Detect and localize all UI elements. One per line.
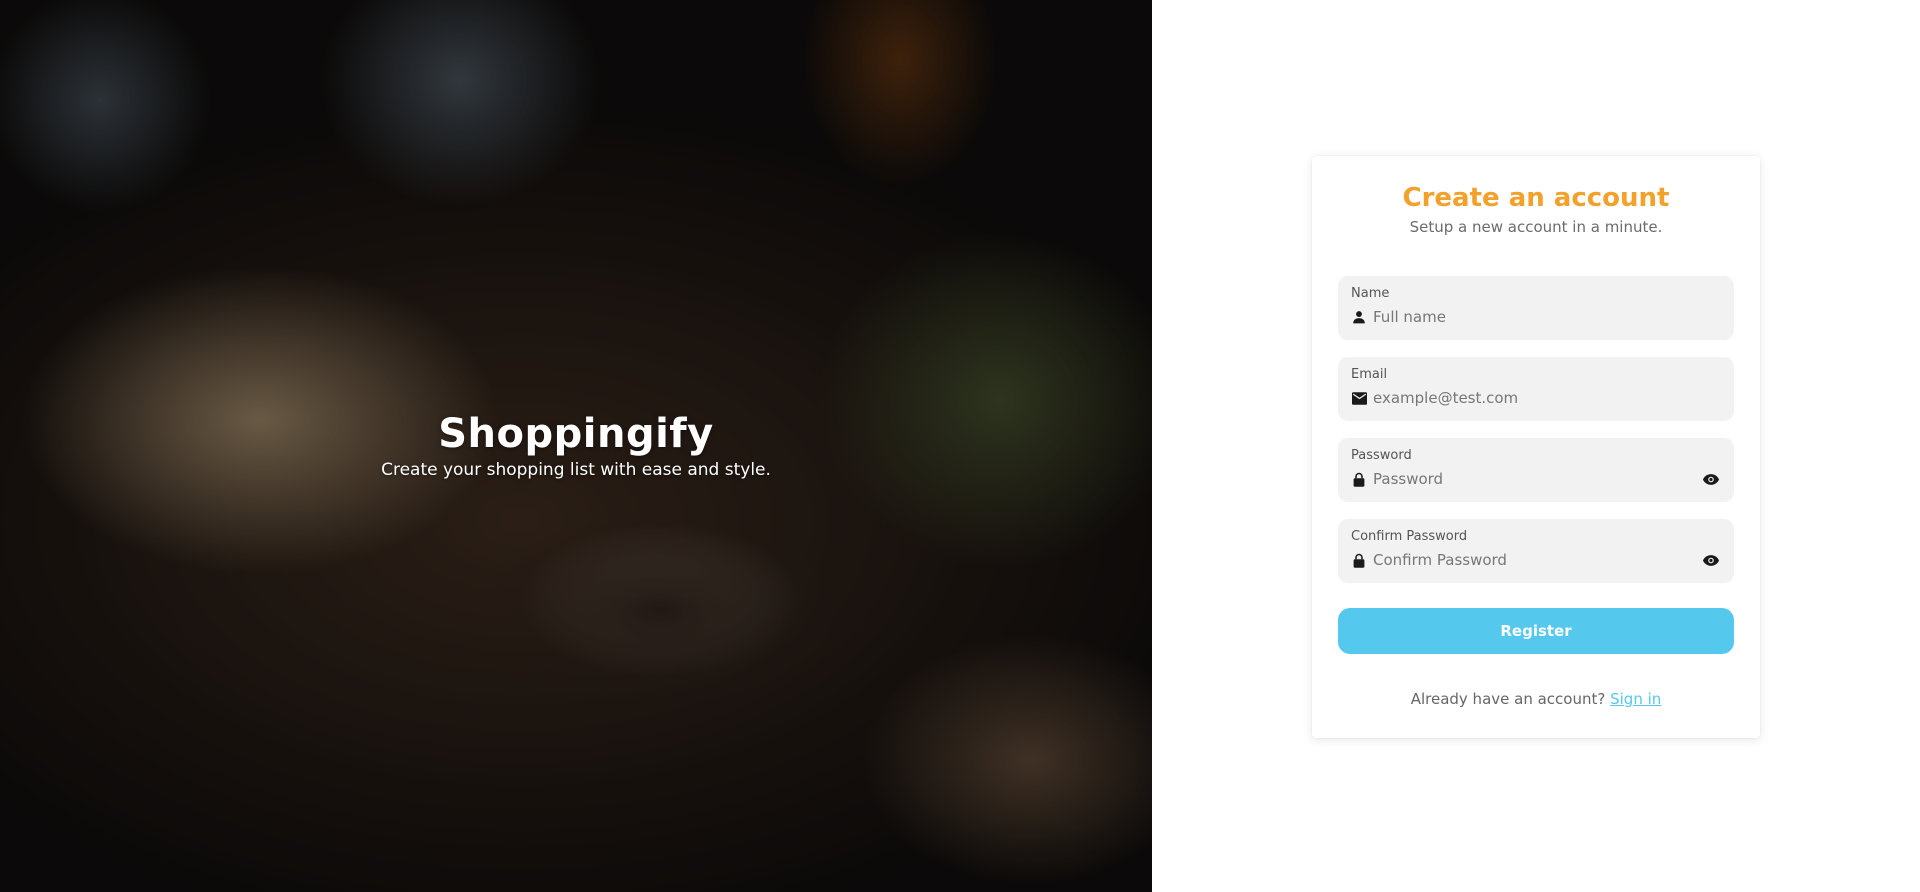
confirm-password-field[interactable]: Confirm Password xyxy=(1338,519,1734,583)
page: Shoppingify Create your shopping list wi… xyxy=(0,0,1920,892)
password-label: Password xyxy=(1351,448,1412,463)
mail-icon xyxy=(1351,390,1367,406)
signin-prompt: Already have an account? xyxy=(1410,690,1606,708)
email-field[interactable]: Email xyxy=(1338,357,1734,421)
form-title: Create an account xyxy=(1402,183,1670,213)
name-label: Name xyxy=(1351,286,1390,301)
password-row xyxy=(1351,468,1720,490)
hero-subtitle: Create your shopping list with ease and … xyxy=(381,460,771,480)
signin-row: Already have an account? Sign in xyxy=(1312,690,1760,708)
confirm-password-row xyxy=(1351,549,1720,571)
show-confirm-password-eye-icon[interactable] xyxy=(1702,551,1720,569)
person-icon xyxy=(1351,309,1367,325)
hero-panel: Shoppingify Create your shopping list wi… xyxy=(0,0,1152,892)
show-password-eye-icon[interactable] xyxy=(1702,470,1720,488)
confirm-password-input[interactable] xyxy=(1373,549,1702,571)
name-field[interactable]: Name xyxy=(1338,276,1734,340)
email-label: Email xyxy=(1351,367,1388,382)
name-row xyxy=(1351,306,1720,328)
form-subtitle: Setup a new account in a minute. xyxy=(1409,218,1663,236)
signin-link[interactable]: Sign in xyxy=(1610,690,1661,708)
email-row xyxy=(1351,387,1720,409)
email-input[interactable] xyxy=(1373,387,1720,409)
confirm-password-label: Confirm Password xyxy=(1351,529,1468,544)
lock-icon xyxy=(1351,552,1367,568)
name-input[interactable] xyxy=(1373,306,1720,328)
register-card: Create an account Setup a new account in… xyxy=(1312,156,1760,738)
lock-icon xyxy=(1351,471,1367,487)
hero-text: Shoppingify Create your shopping list wi… xyxy=(0,408,1152,480)
password-input[interactable] xyxy=(1373,468,1702,490)
hero-title: Shoppingify xyxy=(438,411,714,457)
password-field[interactable]: Password xyxy=(1338,438,1734,502)
form-panel: Create an account Setup a new account in… xyxy=(1152,0,1920,892)
register-button[interactable]: Register xyxy=(1338,608,1734,654)
